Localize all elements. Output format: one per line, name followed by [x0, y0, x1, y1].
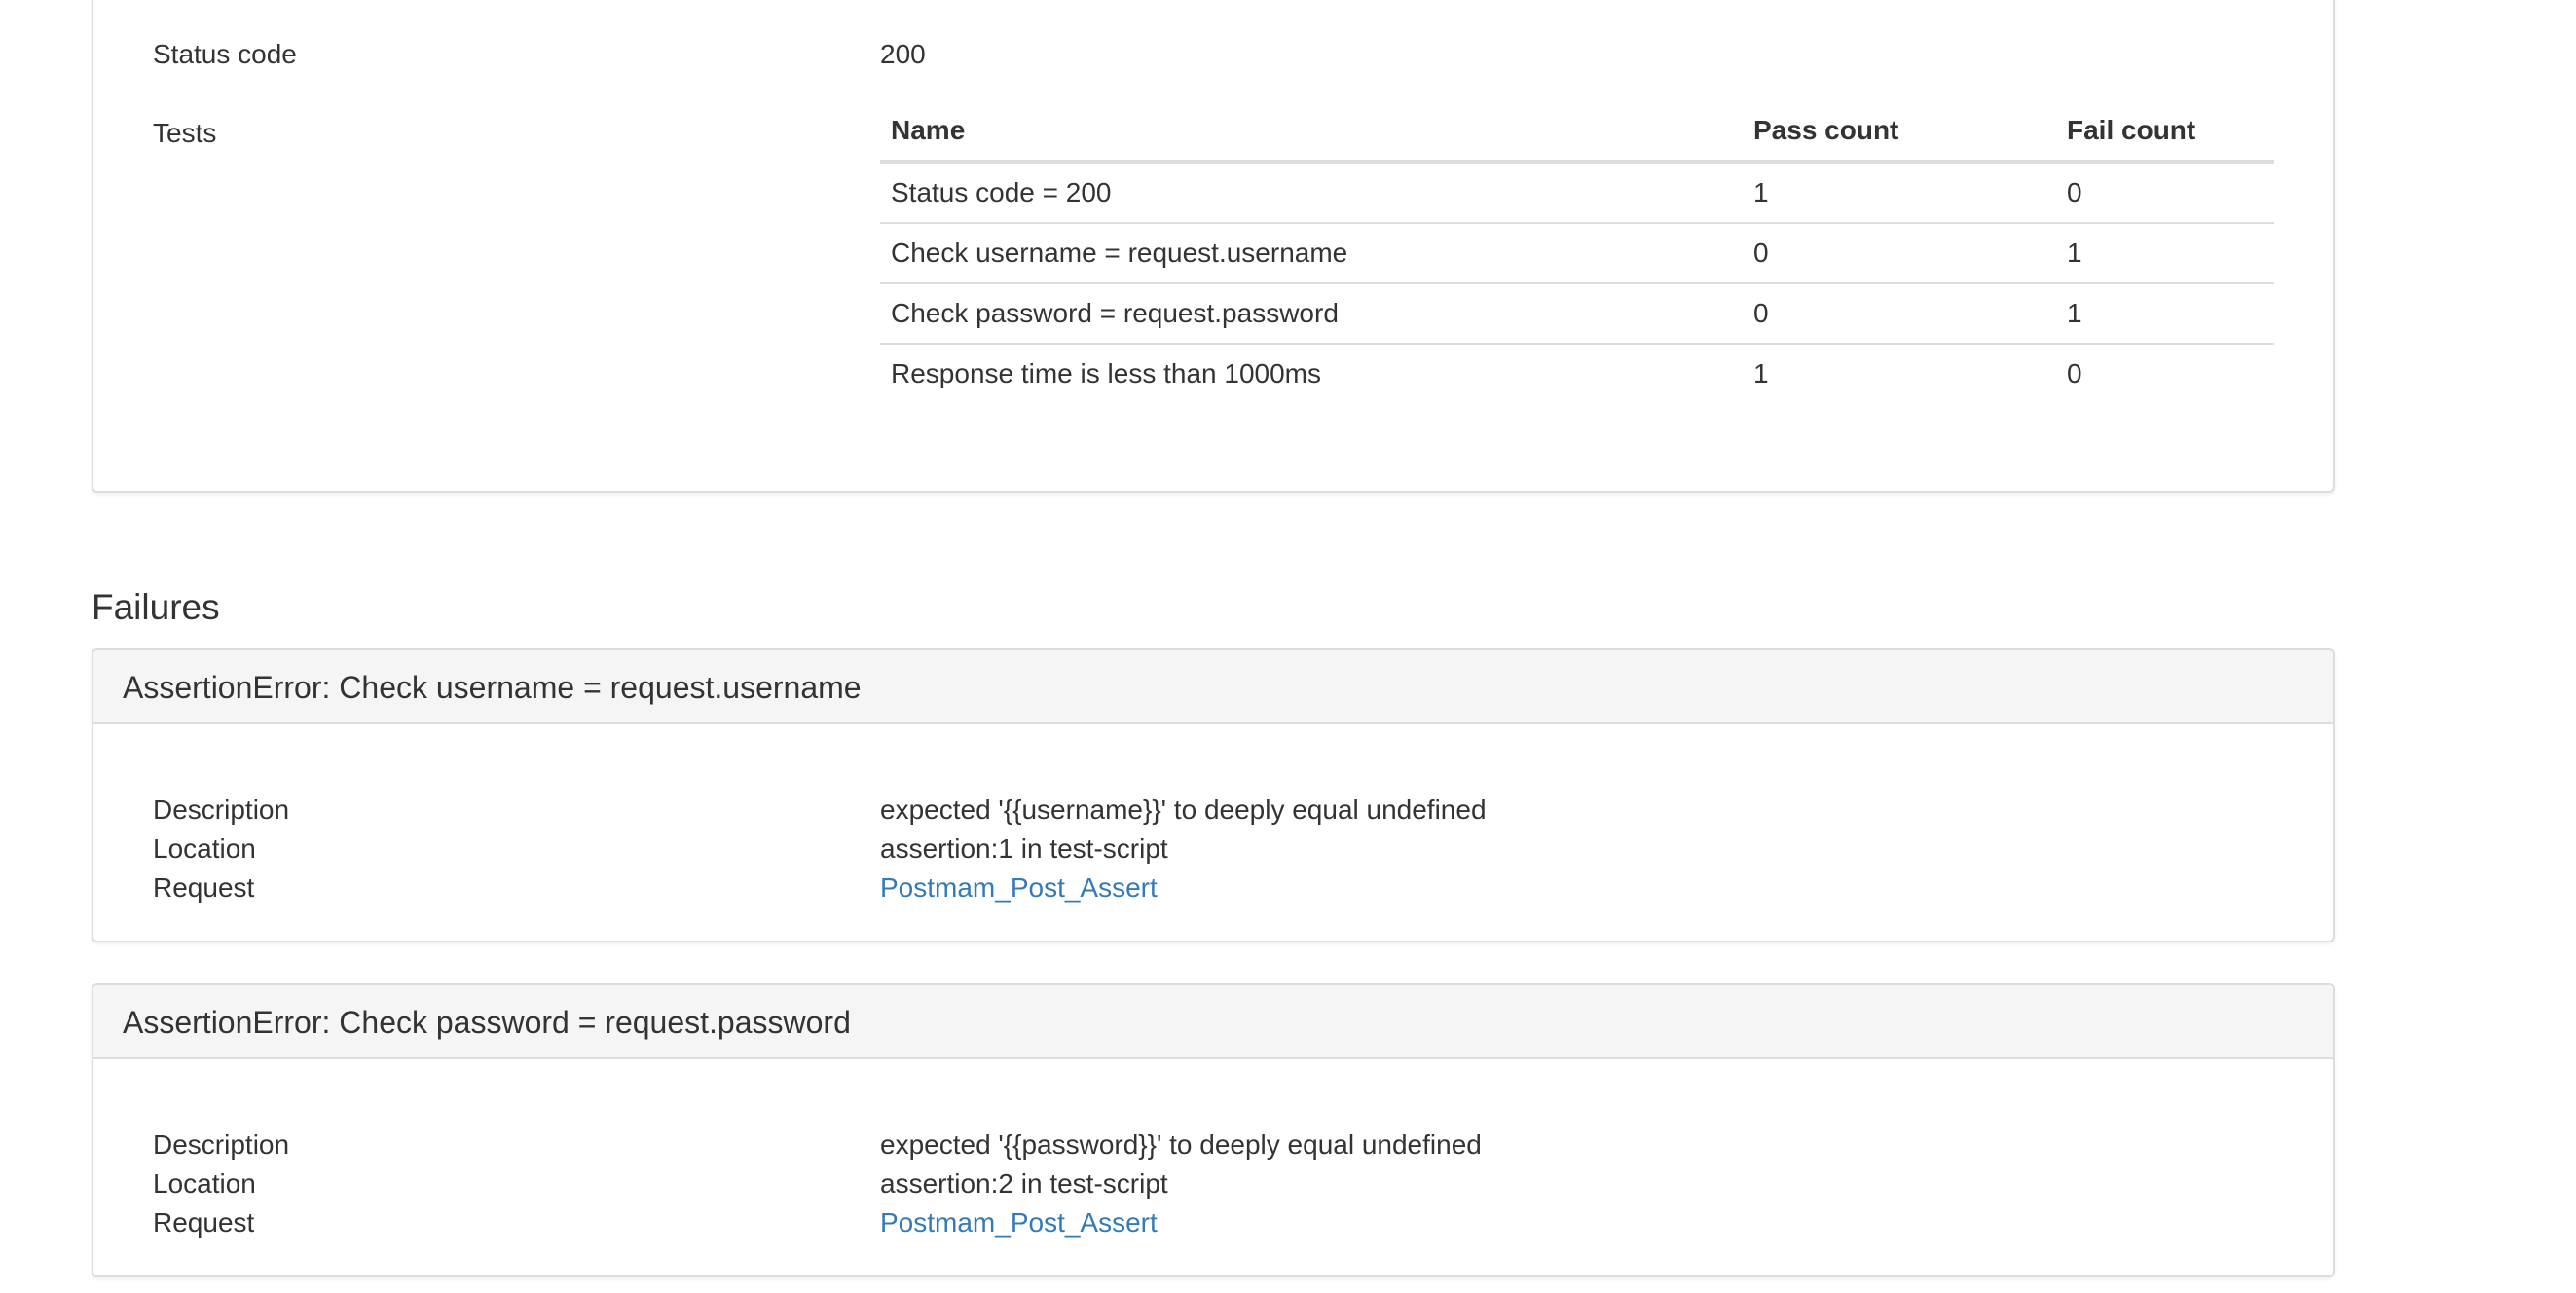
failure-details: Description expected '{{username}}' to d… [93, 724, 2333, 941]
request-link[interactable]: Postmam_Post_Assert [880, 870, 1158, 905]
description-value: expected '{{password}}' to deeply equal … [880, 1129, 1482, 1160]
location-value: assertion:2 in test-script [880, 1168, 1168, 1199]
failure-details: Description expected '{{password}}' to d… [93, 1059, 2333, 1275]
table-row: Check password = request.password 0 1 [880, 282, 2274, 344]
tests-table: Name Pass count Fail count Status code =… [880, 99, 2274, 403]
request-label: Request [153, 872, 255, 903]
status-code-label: Status code [153, 39, 297, 69]
column-header-name: Name [880, 99, 1743, 164]
fail-count-cell: 1 [2056, 222, 2274, 283]
failures-section-title: Failures [92, 587, 220, 627]
failure-panel: AssertionError: Check password = request… [92, 983, 2335, 1277]
table-row: Response time is less than 1000ms 1 0 [880, 343, 2274, 403]
failure-panel: AssertionError: Check username = request… [92, 648, 2335, 942]
pass-count-cell: 0 [1743, 222, 2056, 283]
failure-panel-heading: AssertionError: Check username = request… [93, 650, 2333, 724]
description-label: Description [153, 1129, 290, 1160]
column-header-pass-count: Pass count [1743, 99, 2056, 164]
failure-title: AssertionError: Check username = request… [123, 670, 862, 705]
description-value: expected '{{username}}' to deeply equal … [880, 794, 1487, 825]
pass-count-cell: 0 [1743, 282, 2056, 344]
tests-table-header-row: Name Pass count Fail count [880, 99, 2274, 164]
tests-label: Tests [153, 118, 217, 148]
column-header-fail-count: Fail count [2056, 99, 2274, 164]
test-name-cell: Response time is less than 1000ms [880, 343, 1743, 403]
request-label: Request [153, 1207, 255, 1238]
failure-panel-heading: AssertionError: Check password = request… [93, 985, 2333, 1059]
test-name-cell: Status code = 200 [891, 177, 1112, 207]
failure-title: AssertionError: Check password = request… [123, 1005, 851, 1040]
status-code-value: 200 [880, 39, 926, 69]
pass-count-cell: 1 [1753, 177, 1769, 207]
location-label: Location [153, 1168, 256, 1199]
description-label: Description [153, 794, 290, 825]
location-value: assertion:1 in test-script [880, 833, 1168, 864]
pass-count-cell: 1 [1743, 343, 2056, 403]
request-link[interactable]: Postmam_Post_Assert [880, 1205, 1158, 1240]
location-label: Location [153, 833, 256, 864]
table-row: Status code = 200 1 0 [880, 162, 2274, 223]
test-name-cell: Check password = request.password [880, 282, 1743, 344]
table-row: Check username = request.username 0 1 [880, 222, 2274, 283]
fail-count-cell: 1 [2056, 282, 2274, 344]
test-name-cell: Check username = request.username [880, 222, 1743, 283]
fail-count-cell: 0 [2067, 177, 2082, 207]
request-summary-panel: Status code 200 Tests Name Pass count Fa… [92, 0, 2335, 493]
fail-count-cell: 0 [2056, 343, 2274, 403]
